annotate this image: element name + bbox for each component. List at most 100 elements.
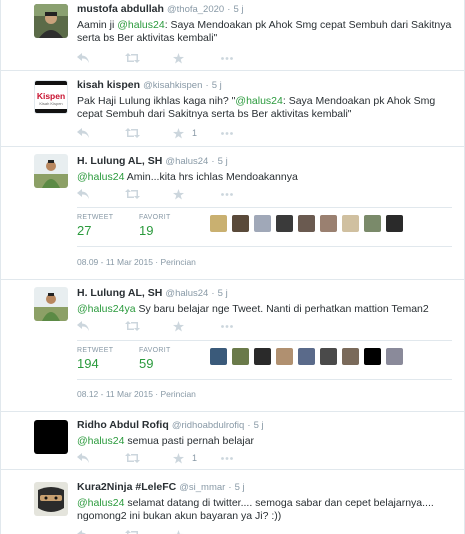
retweet-stat[interactable]: RETWEET 194 bbox=[77, 347, 113, 371]
tweet-item[interactable]: mustofa abdullah @thofa_2020 · 5 j Aamin… bbox=[1, 0, 464, 71]
tweet-timestamp[interactable]: 5 j bbox=[218, 156, 228, 167]
favoriter-avatar[interactable] bbox=[320, 348, 337, 365]
tweet-username[interactable]: @halus24 bbox=[165, 156, 208, 167]
favorite-stat-count: 19 bbox=[139, 223, 154, 238]
avatar-logo-subtitle: Kisah Kispen bbox=[39, 101, 63, 106]
tweet-author-name[interactable]: H. Lulung AL, SH bbox=[77, 155, 162, 167]
more-button[interactable] bbox=[221, 52, 245, 64]
favoriter-avatar[interactable] bbox=[342, 215, 359, 232]
tweet-meta[interactable]: 08.12 - 11 Mar 2015 · Perincian bbox=[77, 389, 196, 399]
favoriter-avatar[interactable] bbox=[254, 348, 271, 365]
tweet-timestamp[interactable]: 5 j bbox=[235, 482, 245, 493]
tweet-item[interactable]: Kura2Ninja #LeleFC @si_mmar · 5 j @halus… bbox=[1, 470, 464, 534]
avatar[interactable] bbox=[34, 4, 68, 38]
favoriter-avatar[interactable] bbox=[298, 348, 315, 365]
favoriter-avatar[interactable] bbox=[276, 215, 293, 232]
favoriter-avatar[interactable] bbox=[386, 215, 403, 232]
retweet-button[interactable] bbox=[125, 320, 149, 332]
favoriter-avatar[interactable] bbox=[254, 215, 271, 232]
favorite-stat[interactable]: FAVORIT 59 bbox=[139, 347, 171, 371]
tweet-username[interactable]: @kisahkispen bbox=[143, 80, 202, 91]
tweet-timestamp[interactable]: 5 j bbox=[218, 288, 228, 299]
favorite-button[interactable] bbox=[173, 529, 197, 534]
favorite-count: 1 bbox=[191, 453, 197, 463]
tweet-author-name[interactable]: H. Lulung AL, SH bbox=[77, 287, 162, 299]
favoriter-avatar[interactable] bbox=[364, 215, 381, 232]
retweet-button[interactable] bbox=[125, 52, 149, 64]
tweet-timestamp[interactable]: 5 j bbox=[212, 80, 222, 91]
more-icon bbox=[221, 324, 233, 328]
mention-link[interactable]: @halus24 bbox=[77, 435, 124, 447]
tweet-username[interactable]: @ridhoabdulrofiq bbox=[172, 420, 245, 431]
favoriter-avatar[interactable] bbox=[342, 348, 359, 365]
tweet-author-name[interactable]: mustofa abdullah bbox=[77, 3, 164, 15]
more-button[interactable] bbox=[221, 188, 245, 200]
favoriter-avatar[interactable] bbox=[232, 348, 249, 365]
more-button[interactable] bbox=[221, 529, 245, 534]
separator-dot: · bbox=[227, 4, 231, 15]
tweet-item[interactable]: Ridho Abdul Rofiq @ridhoabdulrofiq · 5 j… bbox=[1, 412, 464, 470]
reply-button[interactable] bbox=[77, 320, 101, 332]
retweet-button[interactable] bbox=[125, 529, 149, 534]
avatar[interactable] bbox=[34, 287, 68, 321]
avatar[interactable] bbox=[34, 154, 68, 188]
retweet-button[interactable] bbox=[125, 452, 149, 464]
more-button[interactable] bbox=[221, 452, 245, 464]
tweet-username[interactable]: @thofa_2020 bbox=[167, 4, 224, 15]
tweet-username[interactable]: @si_mmar bbox=[179, 482, 225, 493]
favorite-button[interactable] bbox=[173, 320, 197, 332]
favorite-button[interactable]: 1 bbox=[173, 127, 197, 139]
tweet-author-name[interactable]: Kura2Ninja #LeleFC bbox=[77, 481, 176, 493]
reply-icon bbox=[77, 321, 89, 331]
favorite-button[interactable] bbox=[173, 52, 197, 64]
tweet-timestamp[interactable]: 5 j bbox=[254, 420, 264, 431]
tweet-item[interactable]: H. Lulung AL, SH @halus24 · 5 j @halus24… bbox=[1, 280, 464, 412]
reply-button[interactable] bbox=[77, 529, 101, 534]
avatar[interactable] bbox=[34, 482, 68, 516]
more-button[interactable] bbox=[221, 320, 245, 332]
favoriter-avatar[interactable] bbox=[364, 348, 381, 365]
reply-button[interactable] bbox=[77, 127, 101, 139]
avatar[interactable] bbox=[34, 420, 68, 454]
tweet-text: @halus24 semua pasti pernah belajar bbox=[77, 435, 255, 447]
favorite-stat[interactable]: FAVORIT 19 bbox=[139, 214, 171, 238]
tweet-text: @halus24 Amin...kita hrs ichlas Mendoaka… bbox=[77, 171, 298, 183]
tweet-author-name[interactable]: Ridho Abdul Rofiq bbox=[77, 419, 169, 431]
more-icon bbox=[221, 456, 233, 460]
mention-link[interactable]: @halus24 bbox=[117, 19, 164, 31]
mention-link[interactable]: @halus24 bbox=[235, 95, 282, 107]
tweet-author-name[interactable]: kisah kispen bbox=[77, 79, 140, 91]
mention-link[interactable]: @halus24 bbox=[77, 171, 124, 183]
tweet-item[interactable]: Kispen Kisah Kispen kisah kispen @kisahk… bbox=[1, 71, 464, 147]
reply-button[interactable] bbox=[77, 52, 101, 64]
tweet-meta[interactable]: 08.09 - 11 Mar 2015 · Perincian bbox=[77, 257, 196, 267]
mention-link[interactable]: @halus24 bbox=[77, 497, 124, 509]
favoriter-avatar[interactable] bbox=[320, 215, 337, 232]
mention-link[interactable]: @halus24ya bbox=[77, 303, 136, 315]
reply-button[interactable] bbox=[77, 188, 101, 200]
favorite-icon bbox=[173, 52, 184, 64]
tweet-timestamp[interactable]: 5 j bbox=[234, 4, 244, 15]
retweet-stat[interactable]: RETWEET 27 bbox=[77, 214, 113, 238]
tweet-username[interactable]: @halus24 bbox=[165, 288, 208, 299]
favoriter-avatar[interactable] bbox=[210, 215, 227, 232]
more-button[interactable] bbox=[221, 127, 245, 139]
favoriter-avatar[interactable] bbox=[210, 348, 227, 365]
tweet-item[interactable]: H. Lulung AL, SH @halus24 · 5 j @halus24… bbox=[1, 147, 464, 280]
favorite-button[interactable]: 1 bbox=[173, 452, 197, 464]
retweet-button[interactable] bbox=[125, 188, 149, 200]
reply-button[interactable] bbox=[77, 452, 101, 464]
favoriter-avatars bbox=[210, 215, 408, 232]
reply-icon bbox=[77, 453, 89, 463]
tweet-stats: RETWEET 194 FAVORIT 59 bbox=[77, 340, 452, 380]
retweet-button[interactable] bbox=[125, 127, 149, 139]
favorite-button[interactable] bbox=[173, 188, 197, 200]
reply-icon bbox=[77, 530, 87, 534]
favoriter-avatar[interactable] bbox=[232, 215, 249, 232]
favoriter-avatar[interactable] bbox=[298, 215, 315, 232]
avatar[interactable]: Kispen Kisah Kispen bbox=[34, 80, 68, 114]
retweet-icon bbox=[125, 53, 140, 63]
favorite-stat-count: 59 bbox=[139, 356, 154, 371]
favoriter-avatar[interactable] bbox=[386, 348, 403, 365]
favoriter-avatar[interactable] bbox=[276, 348, 293, 365]
